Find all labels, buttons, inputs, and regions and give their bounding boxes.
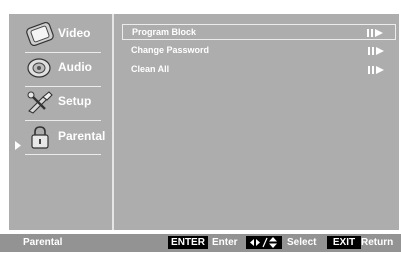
sidebar-item-label: Setup bbox=[58, 94, 92, 108]
sidebar-item-audio[interactable]: Audio bbox=[25, 51, 111, 85]
select-hint: Select bbox=[287, 237, 317, 248]
play-arrow-icon bbox=[367, 29, 383, 37]
sidebar-item-video[interactable]: Video bbox=[25, 17, 111, 51]
play-arrow-icon bbox=[368, 66, 384, 74]
program-block-row[interactable]: Program Block bbox=[122, 24, 396, 40]
enter-key-badge: ENTER bbox=[168, 236, 208, 249]
sidebar-divider bbox=[25, 154, 101, 155]
sidebar-item-label: Audio bbox=[58, 60, 92, 74]
parental-options: Program Block Change Password Clean All bbox=[122, 14, 399, 230]
tv-icon bbox=[25, 21, 55, 47]
navigate-key-badge bbox=[246, 236, 282, 249]
speaker-icon bbox=[25, 55, 55, 81]
exit-key-badge: EXIT bbox=[327, 236, 361, 249]
selection-pointer-icon bbox=[15, 141, 21, 150]
row-label: Change Password bbox=[131, 45, 210, 55]
navigate-arrows-icon bbox=[250, 237, 277, 248]
sidebar-item-label: Parental bbox=[58, 129, 106, 143]
lock-icon bbox=[25, 124, 55, 150]
clean-all-row[interactable]: Clean All bbox=[122, 62, 396, 78]
sidebar: Video Audio Setup Parental bbox=[9, 14, 114, 230]
row-label: Clean All bbox=[131, 64, 170, 74]
menu-screen: Video Audio Setup Parental Program Block… bbox=[9, 14, 399, 230]
sidebar-item-setup[interactable]: Setup bbox=[25, 85, 111, 119]
sidebar-item-label: Video bbox=[58, 26, 91, 40]
footer-bar: Parental ENTER Enter Select EXIT Return bbox=[0, 234, 401, 252]
row-label: Program Block bbox=[132, 27, 197, 37]
tools-icon bbox=[25, 89, 55, 115]
enter-hint: Enter bbox=[212, 237, 238, 248]
sidebar-item-parental[interactable]: Parental bbox=[25, 120, 111, 154]
footer-title: Parental bbox=[23, 237, 63, 248]
return-hint: Return bbox=[361, 237, 394, 248]
osd-menu: Video Audio Setup Parental Program Block… bbox=[0, 0, 401, 252]
play-arrow-icon bbox=[368, 47, 384, 55]
change-password-row[interactable]: Change Password bbox=[122, 43, 396, 59]
